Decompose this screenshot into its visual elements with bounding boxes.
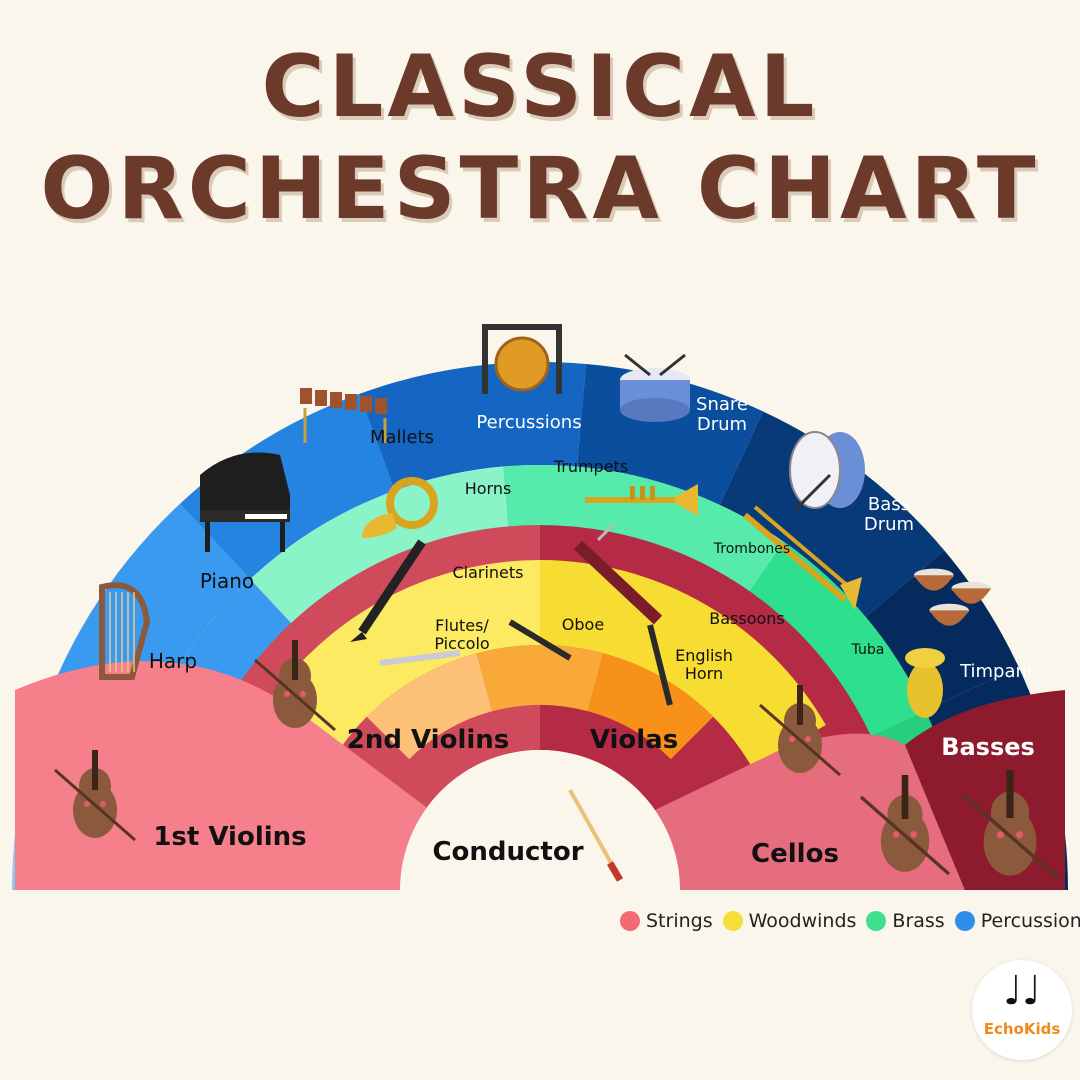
label-timpani-line: Timpani — [959, 661, 1032, 682]
legend-dot-woodwinds — [722, 911, 743, 931]
label-bass-drum: Bass Drum — [864, 494, 914, 535]
label-violas-line: Violas — [590, 725, 678, 755]
bass-drum-icon — [789, 431, 865, 512]
snare-drum-icon — [620, 353, 690, 422]
legend: Strings Woodwinds Brass Percussion — [620, 910, 1080, 932]
label-mallets-line: Mallets — [370, 427, 434, 448]
legend-dot-percussion — [954, 911, 975, 931]
label-bassoons: Bassoons — [709, 609, 785, 628]
label-tuba-line: Tuba — [851, 642, 885, 658]
label-flutes-piccolo-line: Flutes/ — [435, 616, 489, 635]
label-timpani: Timpani — [959, 661, 1032, 682]
label-1st-violins-line: 1st Violins — [153, 822, 306, 852]
label-1st-violins: 1st Violins — [153, 822, 306, 852]
music-notes-icon: ♩♩ — [1003, 968, 1041, 1014]
label-basses-line: Basses — [941, 733, 1035, 761]
echokids-logo: ♩♩ EchoKids — [972, 960, 1072, 1060]
legend-label-woodwinds: Woodwinds — [748, 910, 857, 932]
label-cellos: Cellos — [751, 839, 839, 869]
label-bassoons-line: Bassoons — [709, 609, 785, 628]
legend-dot-brass — [866, 911, 887, 931]
label-clarinets: Clarinets — [452, 563, 523, 582]
label-bass-drum-line: Bass — [868, 494, 910, 515]
label-2nd-violins: 2nd Violins — [347, 725, 510, 755]
legend-label-strings: Strings — [646, 910, 713, 932]
logo-text: EchoKids — [983, 1020, 1061, 1038]
label-horns: Horns — [465, 479, 512, 498]
tuba-icon — [905, 648, 945, 718]
legend-item-strings: Strings — [620, 910, 713, 932]
label-violas: Violas — [590, 725, 678, 755]
legend-label-brass: Brass — [892, 910, 945, 932]
legend-dot-strings — [620, 911, 640, 931]
label-oboe: Oboe — [562, 615, 604, 634]
label-snare-drum-line: Snare — [696, 394, 748, 415]
label-harp-line: Harp — [149, 649, 197, 673]
label-mallets: Mallets — [370, 427, 434, 448]
label-2nd-violins-line: 2nd Violins — [347, 725, 510, 755]
label-trombones-line: Trombones — [713, 541, 790, 557]
legend-item-brass: Brass — [866, 910, 945, 932]
label-bass-drum-line: Drum — [864, 514, 914, 535]
label-piano: Piano — [200, 569, 254, 593]
label-tuba: Tuba — [851, 642, 885, 658]
label-percussions-line: Percussions — [476, 412, 581, 433]
label-snare-drum: Snare Drum — [696, 394, 748, 435]
legend-item-percussion: Percussion — [954, 910, 1080, 932]
label-conductor-line: Conductor — [432, 837, 583, 867]
label-clarinets-line: Clarinets — [452, 563, 523, 582]
label-flutes-piccolo-line: Piccolo — [434, 634, 489, 653]
label-basses: Basses — [941, 733, 1035, 761]
label-conductor: Conductor — [432, 837, 583, 867]
label-trombones: Trombones — [713, 541, 790, 557]
label-percussions: Percussions — [476, 412, 581, 433]
label-trumpets: Trumpets — [553, 457, 628, 476]
label-english-horn-line: Horn — [685, 664, 723, 683]
label-oboe-line: Oboe — [562, 615, 604, 634]
label-cellos-line: Cellos — [751, 839, 839, 869]
label-english-horn-line: English — [675, 646, 733, 665]
label-flutes-piccolo: Flutes/Piccolo — [434, 616, 489, 653]
label-horns-line: Horns — [465, 479, 512, 498]
legend-item-woodwinds: Woodwinds — [722, 910, 857, 932]
label-trumpets-line: Trumpets — [553, 457, 628, 476]
legend-label-percussion: Percussion — [980, 910, 1080, 932]
label-piano-line: Piano — [200, 569, 254, 593]
label-harp: Harp — [149, 649, 197, 673]
label-snare-drum-line: Drum — [697, 414, 747, 435]
section-oboe-top — [476, 645, 604, 712]
